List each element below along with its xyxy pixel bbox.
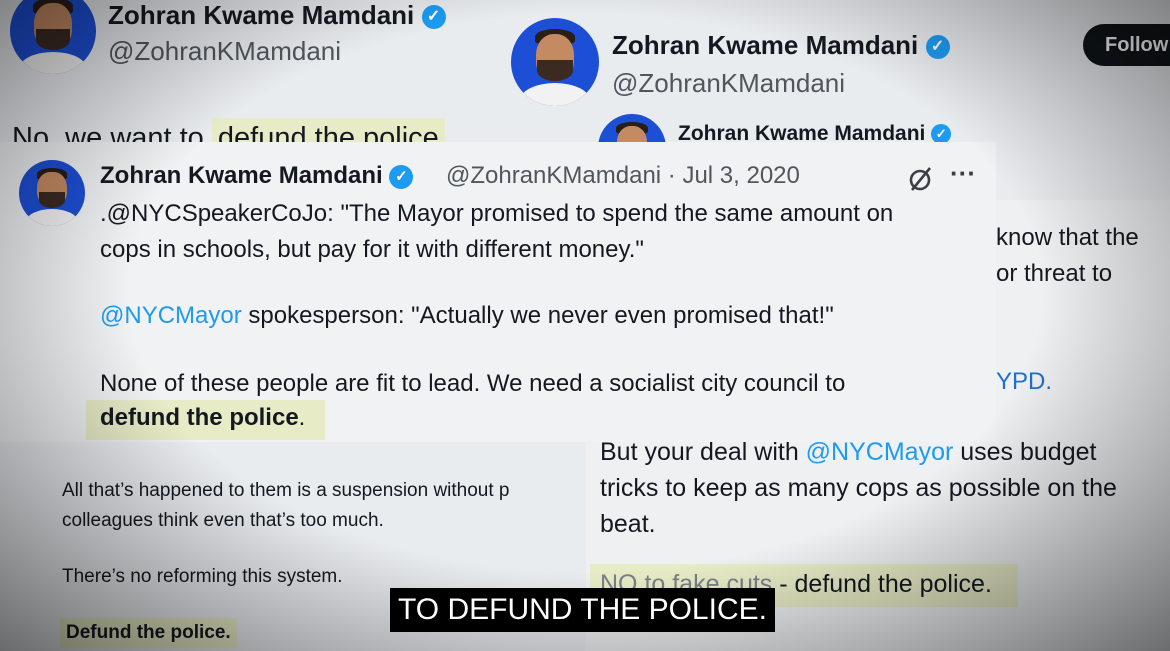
mention-link[interactable]: @NYCMayor — [100, 302, 242, 329]
tweet-text-line: know that the — [996, 224, 1139, 251]
tweet-text-line: All that’s happened to them is a suspens… — [62, 480, 510, 501]
more-icon[interactable]: ··· — [950, 158, 976, 189]
tweet-text-line: cops in schools, but pay for it with dif… — [100, 236, 644, 263]
slash-circle-icon[interactable] — [906, 164, 936, 194]
author-name[interactable]: Zohran Kwame Mamdani ✓ — [100, 162, 414, 190]
tweet-text-line: .@NYCSpeakerCoJo: "The Mayor promised to… — [100, 200, 894, 227]
video-subtitle: TO DEFUND THE POLICE. — [390, 588, 775, 632]
tweet-text-line: or threat to — [996, 260, 1113, 287]
avatar[interactable] — [19, 160, 85, 226]
verified-badge-icon: ✓ — [421, 5, 446, 30]
tweet-highlight: Defund the police. — [60, 618, 237, 648]
avatar[interactable] — [10, 0, 96, 74]
main-tweet[interactable]: Zohran Kwame Mamdani ✓ @ZohranKMamdani ·… — [0, 142, 996, 442]
avatar[interactable] — [511, 18, 599, 106]
tweet-text-line: colleagues think even that’s too much. — [62, 510, 384, 531]
tweet-highlight: defund the police. — [86, 400, 326, 440]
tweet-text-line: @NYCMayor spokesperson: "Actually we nev… — [100, 302, 834, 329]
tweet-date[interactable]: · Jul 3, 2020 — [668, 162, 800, 189]
tweet-text-line: None of these people are fit to lead. We… — [100, 370, 846, 397]
tweet-text-line: But your deal with @NYCMayor uses budget — [600, 438, 1097, 466]
author-name[interactable]: Zohran Kwame Mamdani ✓ — [108, 0, 446, 31]
tweet-text-line: There’s no reforming this system. — [62, 566, 343, 587]
follow-button[interactable]: Follow — [1083, 24, 1170, 66]
tweet-text-line: beat. — [600, 510, 656, 538]
author-name[interactable]: Zohran Kwame Mamdani ✓ — [612, 30, 950, 61]
tweet-text-line: tricks to keep as many cops as possible … — [600, 474, 1117, 502]
author-handle[interactable]: @ZohranKMamdani — [612, 68, 845, 99]
verified-badge-icon: ✓ — [925, 35, 950, 60]
verified-badge-icon: ✓ — [389, 164, 414, 189]
author-handle[interactable]: @ZohranKMamdani — [108, 36, 341, 67]
author-handle[interactable]: @ZohranKMamdani · Jul 3, 2020 — [446, 162, 800, 190]
tweet-text-line: YPD. — [996, 368, 1053, 395]
